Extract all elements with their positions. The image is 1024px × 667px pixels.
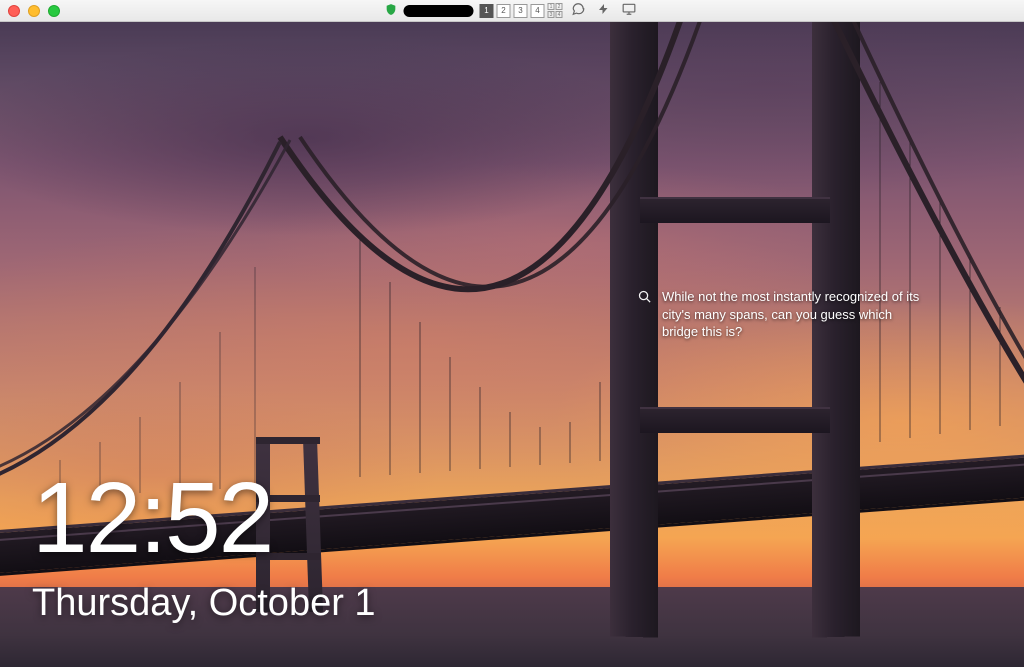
chat-icon[interactable] bbox=[569, 2, 589, 19]
connection-label-redacted bbox=[404, 5, 474, 17]
lockscreen-time: 12:52 bbox=[32, 468, 376, 568]
screen-button-2[interactable]: 2 bbox=[497, 4, 511, 18]
screen-button-4[interactable]: 4 bbox=[531, 4, 545, 18]
mac-titlebar: 1 2 3 4 12 34 bbox=[0, 0, 1024, 22]
screen-button-1[interactable]: 1 bbox=[480, 4, 494, 18]
remote-toolbar: 1 2 3 4 12 34 bbox=[385, 2, 640, 19]
screen-grid-overview[interactable]: 12 34 bbox=[548, 3, 563, 18]
shield-icon bbox=[385, 3, 398, 19]
display-icon[interactable] bbox=[619, 2, 640, 19]
search-icon bbox=[637, 289, 652, 341]
minimize-window-button[interactable] bbox=[28, 5, 40, 17]
close-window-button[interactable] bbox=[8, 5, 20, 17]
windows-lockscreen[interactable]: While not the most instantly recognized … bbox=[0, 22, 1024, 667]
clock-block: 12:52 Thursday, October 1 bbox=[32, 468, 376, 625]
maximize-window-button[interactable] bbox=[48, 5, 60, 17]
bolt-icon[interactable] bbox=[595, 2, 613, 19]
screen-button-3[interactable]: 3 bbox=[514, 4, 528, 18]
screen-switch-group: 1 2 3 4 12 34 bbox=[480, 3, 563, 18]
spotlight-text: While not the most instantly recognized … bbox=[662, 288, 927, 341]
spotlight-hint[interactable]: While not the most instantly recognized … bbox=[637, 288, 927, 341]
traffic-lights bbox=[8, 5, 60, 17]
lockscreen-date: Thursday, October 1 bbox=[32, 582, 376, 625]
